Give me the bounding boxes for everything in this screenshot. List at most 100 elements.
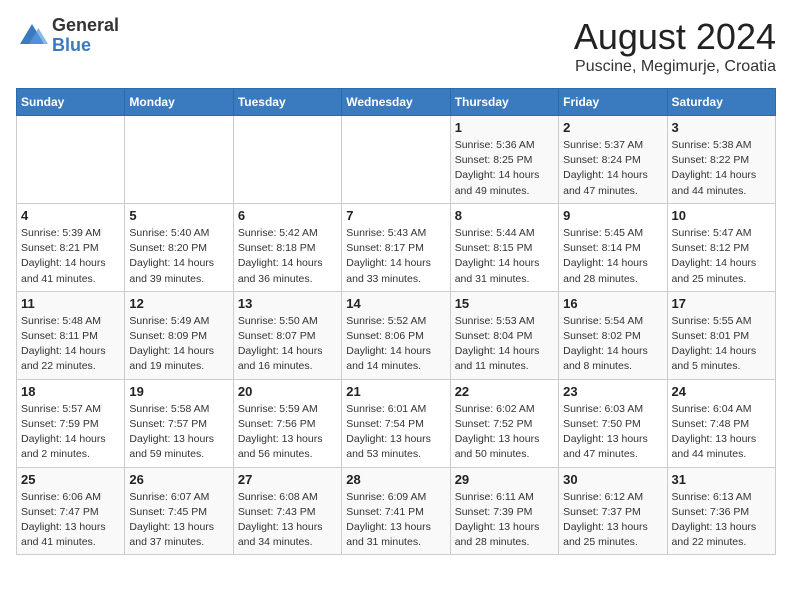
calendar-cell: 20 Sunrise: 5:59 AMSunset: 7:56 PMDayligh…: [233, 379, 341, 467]
day-info: Sunrise: 5:42 AMSunset: 8:18 PMDaylight:…: [238, 226, 337, 287]
calendar-cell: [233, 116, 341, 204]
calendar-cell: 31Sunrise: 6:13 AMSunset: 7:36 PMDayligh…: [667, 467, 775, 555]
day-info: Sunrise: 6:02 AMSunset: 7:52 PMDaylight:…: [455, 402, 554, 463]
calendar-cell: 5 Sunrise: 5:40 AMSunset: 8:20 PMDaylight…: [125, 203, 233, 291]
day-info: Sunrise: 5:52 AMSunset: 8:06 PMDaylight:…: [346, 314, 445, 375]
calendar-cell: 28Sunrise: 6:09 AMSunset: 7:41 PMDayligh…: [342, 467, 450, 555]
day-info: Sunrise: 5:47 AMSunset: 8:12 PMDaylight:…: [672, 226, 771, 287]
day-info: Sunrise: 5:36 AMSunset: 8:25 PMDaylight:…: [455, 138, 554, 199]
calendar-subtitle: Puscine, Megimurje, Croatia: [574, 58, 776, 76]
day-info: Sunrise: 5:59 AMSunset: 7:56 PMDaylight:…: [238, 402, 337, 463]
day-number: 16: [563, 296, 662, 311]
day-info: Sunrise: 5:54 AMSunset: 8:02 PMDaylight:…: [563, 314, 662, 375]
week-row-5: 25 Sunrise: 6:06 AMSunset: 7:47 PMDayligh…: [17, 467, 776, 555]
week-row-3: 11 Sunrise: 5:48 AMSunset: 8:11 PMDayligh…: [17, 291, 776, 379]
day-number: 25: [21, 472, 120, 487]
day-number: 11: [21, 296, 120, 311]
logo-icon: [16, 20, 48, 52]
calendar-cell: 3Sunrise: 5:38 AMSunset: 8:22 PMDaylight…: [667, 116, 775, 204]
day-info: Sunrise: 5:48 AMSunset: 8:11 PMDaylight:…: [21, 314, 120, 375]
calendar-cell: 21 Sunrise: 6:01 AMSunset: 7:54 PMDayligh…: [342, 379, 450, 467]
day-number: 5: [129, 208, 228, 223]
day-number: 28: [346, 472, 445, 487]
day-info: Sunrise: 5:53 AMSunset: 8:04 PMDaylight:…: [455, 314, 554, 375]
title-block: August 2024 Puscine, Megimurje, Croatia: [574, 16, 776, 76]
day-info: Sunrise: 5:40 AMSunset: 8:20 PMDaylight:…: [129, 226, 228, 287]
calendar-cell: 12Sunrise: 5:49 AMSunset: 8:09 PMDayligh…: [125, 291, 233, 379]
calendar-cell: 1 Sunrise: 5:36 AMSunset: 8:25 PMDaylight…: [450, 116, 558, 204]
day-number: 19: [129, 384, 228, 399]
header-saturday: Saturday: [667, 89, 775, 116]
day-number: 24: [672, 384, 771, 399]
day-info: Sunrise: 5:55 AMSunset: 8:01 PMDaylight:…: [672, 314, 771, 375]
day-info: Sunrise: 5:39 AMSunset: 8:21 PMDaylight:…: [21, 226, 120, 287]
calendar-cell: 8 Sunrise: 5:44 AMSunset: 8:15 PMDaylight…: [450, 203, 558, 291]
day-info: Sunrise: 6:06 AMSunset: 7:47 PMDaylight:…: [21, 490, 120, 551]
calendar-cell: 15Sunrise: 5:53 AMSunset: 8:04 PMDayligh…: [450, 291, 558, 379]
header-tuesday: Tuesday: [233, 89, 341, 116]
day-info: Sunrise: 5:38 AMSunset: 8:22 PMDaylight:…: [672, 138, 771, 199]
day-number: 10: [672, 208, 771, 223]
calendar-cell: 16 Sunrise: 5:54 AMSunset: 8:02 PMDayligh…: [559, 291, 667, 379]
day-info: Sunrise: 6:01 AMSunset: 7:54 PMDaylight:…: [346, 402, 445, 463]
day-number: 4: [21, 208, 120, 223]
calendar-table: SundayMondayTuesdayWednesdayThursdayFrid…: [16, 88, 776, 555]
header-sunday: Sunday: [17, 89, 125, 116]
day-info: Sunrise: 5:50 AMSunset: 8:07 PMDaylight:…: [238, 314, 337, 375]
day-number: 21: [346, 384, 445, 399]
day-info: Sunrise: 5:45 AMSunset: 8:14 PMDaylight:…: [563, 226, 662, 287]
calendar-title: August 2024: [574, 16, 776, 58]
day-info: Sunrise: 5:43 AMSunset: 8:17 PMDaylight:…: [346, 226, 445, 287]
day-number: 22: [455, 384, 554, 399]
header-friday: Friday: [559, 89, 667, 116]
calendar-cell: 10 Sunrise: 5:47 AMSunset: 8:12 PMDayligh…: [667, 203, 775, 291]
day-number: 18: [21, 384, 120, 399]
header-wednesday: Wednesday: [342, 89, 450, 116]
week-row-2: 4 Sunrise: 5:39 AMSunset: 8:21 PMDaylight…: [17, 203, 776, 291]
calendar-cell: [17, 116, 125, 204]
logo-blue-text: Blue: [52, 36, 119, 56]
day-number: 29: [455, 472, 554, 487]
day-number: 12: [129, 296, 228, 311]
day-info: Sunrise: 5:58 AMSunset: 7:57 PMDaylight:…: [129, 402, 228, 463]
page-header: General Blue August 2024 Puscine, Megimu…: [16, 16, 776, 76]
calendar-cell: 6 Sunrise: 5:42 AMSunset: 8:18 PMDaylight…: [233, 203, 341, 291]
calendar-cell: 9Sunrise: 5:45 AMSunset: 8:14 PMDaylight…: [559, 203, 667, 291]
day-number: 20: [238, 384, 337, 399]
calendar-cell: 18 Sunrise: 5:57 AMSunset: 7:59 PMDayligh…: [17, 379, 125, 467]
calendar-cell: 30 Sunrise: 6:12 AMSunset: 7:37 PMDayligh…: [559, 467, 667, 555]
calendar-cell: 26Sunrise: 6:07 AMSunset: 7:45 PMDayligh…: [125, 467, 233, 555]
calendar-cell: [342, 116, 450, 204]
day-number: 30: [563, 472, 662, 487]
calendar-cell: 19 Sunrise: 5:58 AMSunset: 7:57 PMDayligh…: [125, 379, 233, 467]
day-number: 6: [238, 208, 337, 223]
day-number: 14: [346, 296, 445, 311]
day-info: Sunrise: 6:12 AMSunset: 7:37 PMDaylight:…: [563, 490, 662, 551]
day-info: Sunrise: 6:07 AMSunset: 7:45 PMDaylight:…: [129, 490, 228, 551]
logo: General Blue: [16, 16, 119, 56]
logo-general-text: General: [52, 16, 119, 36]
calendar-header-row: SundayMondayTuesdayWednesdayThursdayFrid…: [17, 89, 776, 116]
day-info: Sunrise: 5:44 AMSunset: 8:15 PMDaylight:…: [455, 226, 554, 287]
day-info: Sunrise: 6:08 AMSunset: 7:43 PMDaylight:…: [238, 490, 337, 551]
header-thursday: Thursday: [450, 89, 558, 116]
day-info: Sunrise: 6:11 AMSunset: 7:39 PMDaylight:…: [455, 490, 554, 551]
calendar-cell: 14 Sunrise: 5:52 AMSunset: 8:06 PMDayligh…: [342, 291, 450, 379]
calendar-cell: 24 Sunrise: 6:04 AMSunset: 7:48 PMDayligh…: [667, 379, 775, 467]
calendar-cell: 25 Sunrise: 6:06 AMSunset: 7:47 PMDayligh…: [17, 467, 125, 555]
day-number: 1: [455, 120, 554, 135]
day-number: 2: [563, 120, 662, 135]
day-info: Sunrise: 5:37 AMSunset: 8:24 PMDaylight:…: [563, 138, 662, 199]
day-info: Sunrise: 6:03 AMSunset: 7:50 PMDaylight:…: [563, 402, 662, 463]
day-number: 13: [238, 296, 337, 311]
day-number: 27: [238, 472, 337, 487]
calendar-cell: 2 Sunrise: 5:37 AMSunset: 8:24 PMDaylight…: [559, 116, 667, 204]
day-number: 8: [455, 208, 554, 223]
day-info: Sunrise: 5:57 AMSunset: 7:59 PMDaylight:…: [21, 402, 120, 463]
calendar-cell: 17Sunrise: 5:55 AMSunset: 8:01 PMDayligh…: [667, 291, 775, 379]
day-number: 23: [563, 384, 662, 399]
calendar-cell: 23 Sunrise: 6:03 AMSunset: 7:50 PMDayligh…: [559, 379, 667, 467]
week-row-1: 1 Sunrise: 5:36 AMSunset: 8:25 PMDaylight…: [17, 116, 776, 204]
calendar-cell: 22 Sunrise: 6:02 AMSunset: 7:52 PMDayligh…: [450, 379, 558, 467]
day-info: Sunrise: 6:04 AMSunset: 7:48 PMDaylight:…: [672, 402, 771, 463]
